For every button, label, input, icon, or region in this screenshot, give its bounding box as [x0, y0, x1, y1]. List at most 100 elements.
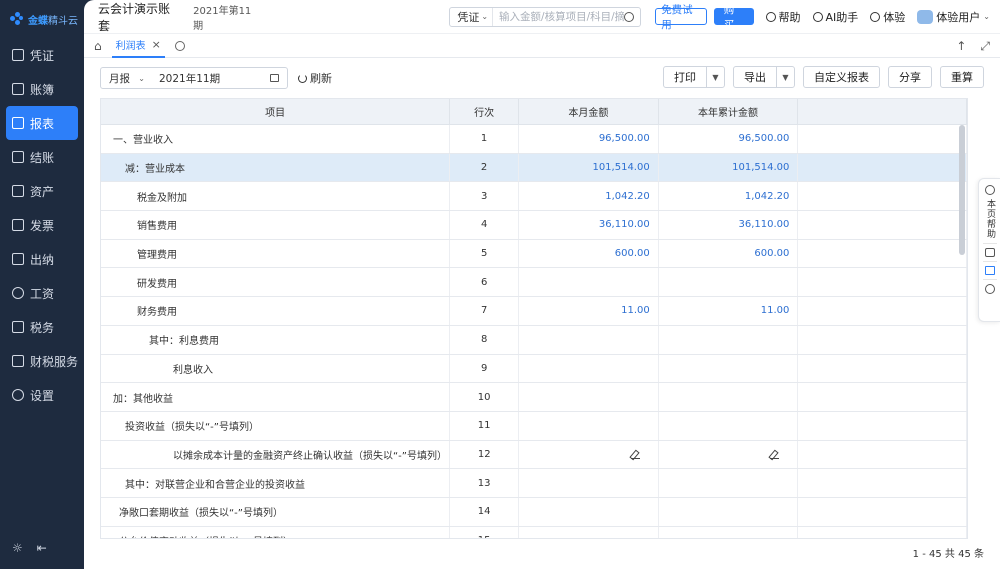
account-name[interactable]: 云会计演示账套: [98, 0, 177, 34]
row-month-amount[interactable]: [519, 325, 659, 354]
row-month-amount[interactable]: 96,500.00: [519, 125, 659, 153]
print-button[interactable]: 打印 ▼: [663, 66, 725, 88]
table-row[interactable]: 利息收入 9: [101, 354, 967, 384]
gift-icon[interactable]: [984, 266, 995, 275]
experience-link[interactable]: 体验: [870, 9, 905, 25]
period-picker[interactable]: 月报 ⌄ 2021年11期: [100, 67, 288, 89]
row-year-amount[interactable]: [659, 526, 799, 538]
sidebar-item-2[interactable]: 报表: [6, 106, 78, 140]
table-row[interactable]: 投资收益（损失以“-”号填列） 11: [101, 411, 967, 441]
user-menu[interactable]: 体验用户 ⌄: [917, 9, 990, 25]
sidebar-item-8[interactable]: 税务: [6, 310, 78, 344]
expand-icon[interactable]: [984, 284, 995, 294]
chevron-down-icon[interactable]: ▼: [706, 67, 724, 87]
row-month-amount[interactable]: [519, 411, 659, 440]
row-year-amount[interactable]: [659, 268, 799, 297]
search-icon[interactable]: [624, 11, 635, 22]
row-year-amount[interactable]: [659, 411, 799, 440]
row-year-amount[interactable]: [659, 325, 799, 354]
fullscreen-icon[interactable]: ⤢: [980, 39, 990, 54]
chevron-down-icon[interactable]: ▼: [776, 67, 794, 87]
message-icon[interactable]: [984, 248, 995, 257]
sidebar-item-4[interactable]: 资产: [6, 174, 78, 208]
table-row[interactable]: 销售费用 4 36,110.00 36,110.00: [101, 211, 967, 240]
table-row[interactable]: 净敞口套期收益（损失以“-”号填列） 14: [101, 497, 967, 527]
row-month-amount[interactable]: 600.00: [519, 239, 659, 268]
table-row[interactable]: 税金及附加 3 1,042.20 1,042.20: [101, 182, 967, 212]
table-row[interactable]: 加：其他收益 10: [101, 383, 967, 412]
pin-top-icon[interactable]: ↑: [956, 39, 966, 54]
calendar-icon[interactable]: [270, 74, 279, 82]
edit-icon[interactable]: [630, 450, 640, 459]
share-button[interactable]: 分享: [888, 66, 932, 88]
sidebar-item-10[interactable]: 设置: [6, 378, 78, 412]
sidebar-item-5[interactable]: 发票: [6, 208, 78, 242]
app-logo[interactable]: 金蝶精斗云: [0, 0, 84, 38]
row-month-amount[interactable]: 11.00: [519, 297, 659, 325]
global-search[interactable]: 凭证 ⌄ 输入金额/核算项目/科目/摘...: [449, 6, 642, 27]
table-row[interactable]: 财务费用 7 11.00 11.00: [101, 297, 967, 326]
row-month-amount[interactable]: 36,110.00: [519, 211, 659, 239]
help-bubble-icon[interactable]: [984, 185, 995, 195]
row-month-amount[interactable]: [519, 497, 659, 526]
row-year-amount[interactable]: 36,110.00: [659, 211, 799, 239]
table-row[interactable]: 管理费用 5 600.00 600.00: [101, 239, 967, 269]
edit-icon[interactable]: [770, 450, 780, 459]
sidebar-item-1[interactable]: 账簿: [6, 72, 78, 106]
table-row[interactable]: 公允价值变动收益（损失以“-”号填列）15: [101, 526, 967, 538]
tab-more-icon[interactable]: [174, 40, 185, 51]
table-row[interactable]: 减：营业成本 2 101,514.00 101,514.00: [101, 153, 967, 183]
row-year-amount[interactable]: 101,514.00: [659, 153, 799, 182]
row-year-amount[interactable]: [659, 469, 799, 497]
row-month-amount[interactable]: [519, 440, 659, 469]
buy-button[interactable]: 购买: [713, 4, 754, 31]
tab-income-statement[interactable]: 利润表 ×: [111, 34, 165, 58]
recalculate-button[interactable]: 重算: [940, 66, 984, 88]
period-value[interactable]: 2021年11期: [153, 71, 270, 86]
export-button[interactable]: 导出 ▼: [733, 66, 795, 88]
row-month-amount[interactable]: [519, 268, 659, 297]
search-type-select[interactable]: 凭证 ⌄: [450, 7, 494, 26]
table-row[interactable]: 研发费用 6: [101, 268, 967, 298]
sidebar-item-6[interactable]: 出纳: [6, 242, 78, 276]
home-icon[interactable]: ⌂: [94, 39, 102, 53]
row-year-amount[interactable]: [659, 497, 799, 526]
sidebar-item-9[interactable]: 财税服务: [6, 344, 78, 378]
ai-assistant-link[interactable]: AI助手: [812, 9, 858, 25]
settings-icon: [12, 389, 24, 401]
sidebar-item-0[interactable]: 凭证: [6, 38, 78, 72]
collapse-icon[interactable]: ⇤: [37, 541, 47, 555]
free-trial-button[interactable]: 免费试用: [655, 4, 707, 31]
row-item-name: 利息收入: [101, 354, 451, 383]
table-row[interactable]: 其中：利息费用 8: [101, 325, 967, 355]
row-month-amount[interactable]: 1,042.20: [519, 182, 659, 211]
row-month-amount[interactable]: [519, 469, 659, 497]
row-year-amount[interactable]: [659, 440, 799, 469]
search-input[interactable]: 输入金额/核算项目/科目/摘...: [493, 9, 624, 24]
row-year-amount[interactable]: 600.00: [659, 239, 799, 268]
row-year-amount[interactable]: 96,500.00: [659, 125, 799, 153]
row-year-amount[interactable]: [659, 383, 799, 411]
row-year-amount[interactable]: [659, 354, 799, 383]
table-row[interactable]: 一、营业收入 1 96,500.00 96,500.00: [101, 125, 967, 154]
row-month-amount[interactable]: 101,514.00: [519, 153, 659, 182]
topbar: 云会计演示账套 2021年第11期 凭证 ⌄ 输入金额/核算项目/科目/摘... …: [84, 0, 1000, 34]
table-row[interactable]: 其中：对联营企业和合营企业的投资收益 13: [101, 469, 967, 498]
row-month-amount[interactable]: [519, 383, 659, 411]
custom-report-button[interactable]: 自定义报表: [803, 66, 880, 88]
row-month-amount[interactable]: [519, 526, 659, 538]
close-icon[interactable]: ×: [152, 38, 161, 51]
row-year-amount[interactable]: 11.00: [659, 297, 799, 325]
row-item-name: 投资收益（损失以“-”号填列）: [101, 411, 451, 440]
help-link[interactable]: 帮助: [765, 9, 801, 25]
sun-icon[interactable]: ☼: [12, 541, 23, 555]
sidebar-item-3[interactable]: 结账: [6, 140, 78, 174]
row-year-amount[interactable]: 1,042.20: [659, 182, 799, 211]
page-help-link[interactable]: 本页帮助: [984, 199, 995, 239]
refresh-button[interactable]: 刷新: [298, 70, 332, 86]
vertical-scrollbar[interactable]: [959, 125, 965, 255]
table-row[interactable]: 以摊余成本计量的金融资产终止确认收益（损失以“-”号填列） 12: [101, 440, 967, 470]
sidebar-item-7[interactable]: 工资: [6, 276, 78, 310]
period-type-select[interactable]: 月报 ⌄: [101, 71, 153, 86]
row-month-amount[interactable]: [519, 354, 659, 383]
